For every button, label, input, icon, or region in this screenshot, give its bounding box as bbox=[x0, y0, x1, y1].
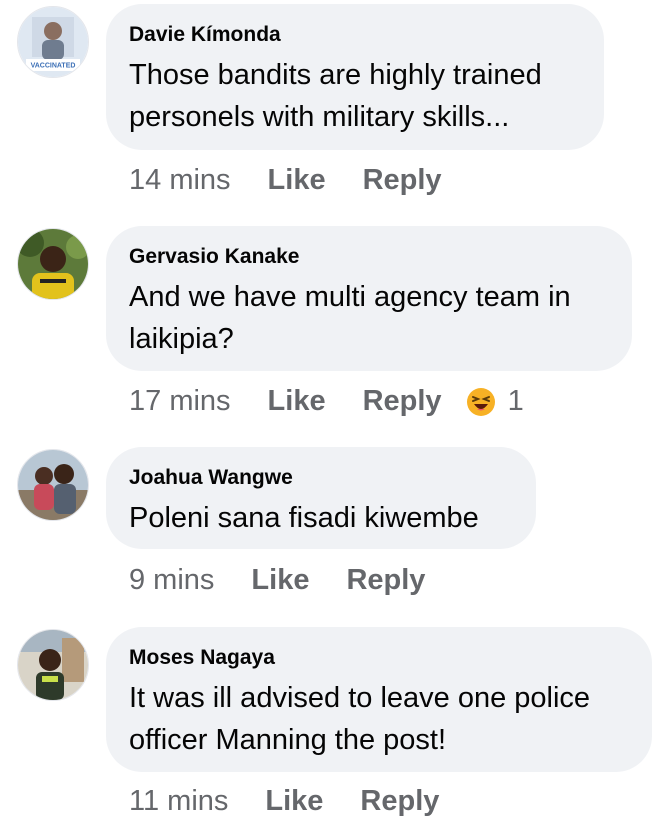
reaction-count: 1 bbox=[507, 385, 524, 417]
comment-meta: 11 mins Like Reply bbox=[129, 785, 463, 817]
comment-timestamp[interactable]: 17 mins bbox=[129, 385, 231, 418]
laughing-emoji-icon bbox=[466, 387, 495, 416]
comment-author[interactable]: Moses Nagaya bbox=[129, 645, 628, 671]
comment-meta: 9 mins Like Reply bbox=[129, 564, 449, 597]
comment-timestamp[interactable]: 14 mins bbox=[129, 164, 231, 197]
comment-text-line: personels with military skills... bbox=[129, 101, 510, 133]
comment-text-line: And we have multi agency team in bbox=[129, 281, 571, 313]
comment-text-line: Poleni sana fisadi kiwembe bbox=[129, 502, 479, 534]
avatar[interactable] bbox=[17, 629, 89, 701]
comment-text: And we have multi agency team in laikipi… bbox=[129, 276, 608, 360]
reaction-summary[interactable]: 1 bbox=[466, 385, 524, 418]
comment-author[interactable]: Davie Kímonda bbox=[129, 22, 580, 48]
reply-button[interactable]: Reply bbox=[346, 564, 425, 597]
like-button[interactable]: Like bbox=[251, 564, 309, 597]
comments-thread: VACCINATED Davie Kímonda Those bandits a… bbox=[0, 0, 672, 817]
avatar-image bbox=[18, 630, 88, 700]
comment-author[interactable]: Gervasio Kanake bbox=[129, 244, 608, 270]
like-button[interactable]: Like bbox=[268, 385, 326, 418]
like-button[interactable]: Like bbox=[265, 785, 323, 817]
comment-bubble: Joahua Wangwe Poleni sana fisadi kiwembe bbox=[106, 447, 536, 549]
reply-button[interactable]: Reply bbox=[363, 385, 442, 418]
comment-text: Those bandits are highly trained persone… bbox=[129, 54, 580, 138]
comment-timestamp[interactable]: 11 mins bbox=[129, 785, 228, 817]
comment-bubble: Gervasio Kanake And we have multi agency… bbox=[106, 226, 632, 371]
comment-timestamp[interactable]: 9 mins bbox=[129, 564, 214, 597]
comment-meta: 17 mins Like Reply 1 bbox=[129, 385, 524, 418]
avatar[interactable] bbox=[17, 449, 89, 521]
avatar-image bbox=[18, 229, 88, 299]
reply-button[interactable]: Reply bbox=[363, 164, 442, 197]
avatar-image bbox=[18, 450, 88, 520]
comment-text-line: Those bandits are highly trained bbox=[129, 59, 542, 91]
comment-text-line: It was ill advised to leave one police bbox=[129, 682, 591, 714]
like-button[interactable]: Like bbox=[268, 164, 326, 197]
comment-author[interactable]: Joahua Wangwe bbox=[129, 465, 512, 491]
avatar-image: VACCINATED bbox=[18, 7, 88, 77]
comment-meta: 14 mins Like Reply bbox=[129, 164, 466, 197]
comment-text-line: officer Manning the post! bbox=[129, 724, 447, 756]
comment-text: It was ill advised to leave one police o… bbox=[129, 677, 628, 761]
comment-text-line: laikipia? bbox=[129, 323, 234, 355]
avatar[interactable]: VACCINATED bbox=[17, 6, 89, 78]
comment-bubble: Davie Kímonda Those bandits are highly t… bbox=[106, 4, 604, 150]
reply-button[interactable]: Reply bbox=[360, 785, 439, 817]
comment-text: Poleni sana fisadi kiwembe bbox=[129, 497, 512, 539]
avatar-badge-label: VACCINATED bbox=[31, 63, 76, 70]
avatar[interactable] bbox=[17, 228, 89, 300]
comment-bubble: Moses Nagaya It was ill advised to leave… bbox=[106, 627, 652, 772]
